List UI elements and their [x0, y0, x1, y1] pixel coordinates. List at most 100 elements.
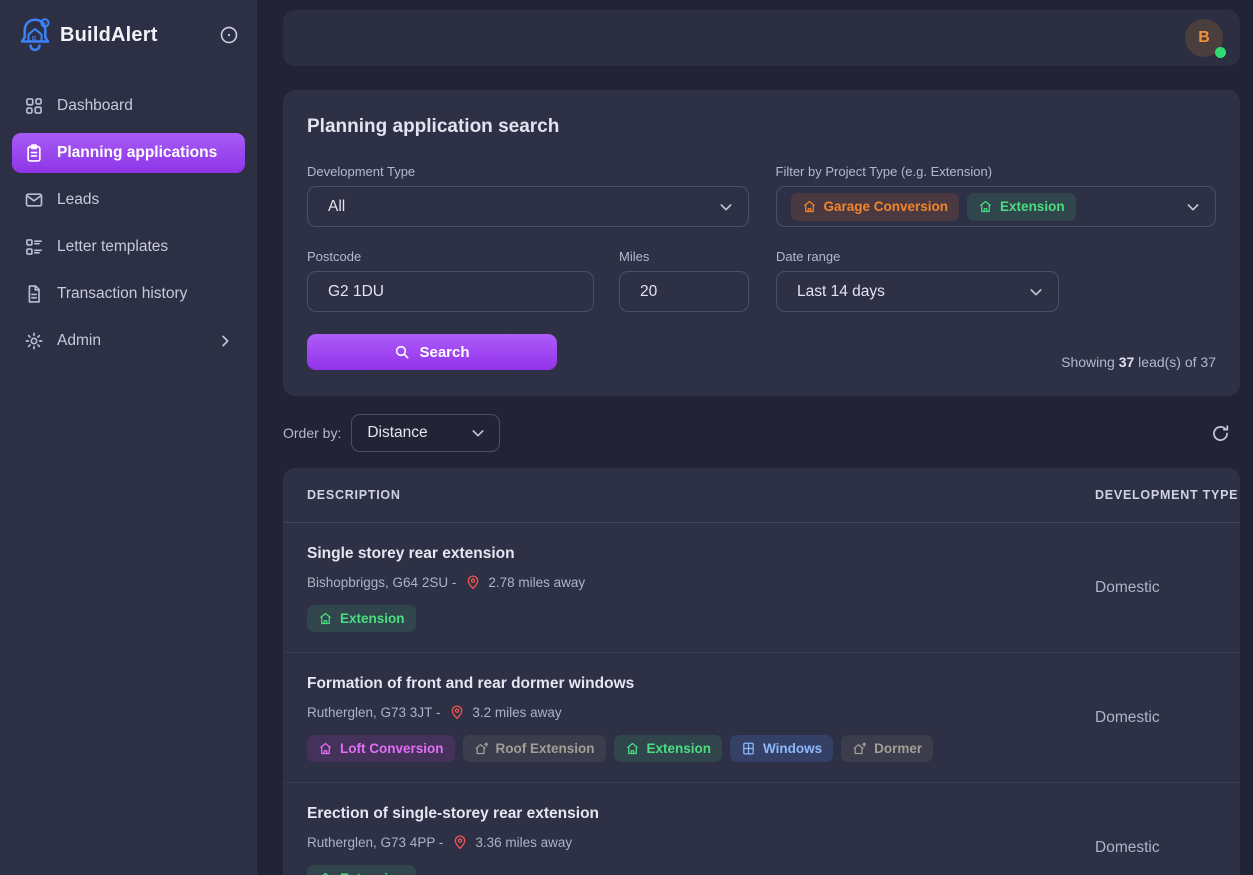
date-range-select[interactable]: Last 14 days: [776, 271, 1059, 312]
tag-label: Extension: [340, 611, 405, 626]
results-suffix: lead(s) of 37: [1134, 354, 1216, 370]
date-range-label: Date range: [776, 249, 1059, 264]
lead-development-type: Domestic: [1095, 709, 1240, 727]
sidebar-item-admin[interactable]: Admin: [12, 321, 245, 361]
lead-distance: 2.78 miles away: [488, 575, 585, 590]
table-header-row: Description Development Type: [283, 468, 1240, 523]
lead-distance: 3.36 miles away: [475, 835, 572, 850]
window-icon: [741, 741, 756, 756]
chevron-right-icon: [217, 333, 233, 349]
postcode-field-wrap: [307, 271, 594, 312]
search-button[interactable]: Search: [307, 334, 557, 370]
results-table: Description Development Type Single stor…: [283, 468, 1240, 875]
sidebar-item-label: Transaction history: [57, 285, 187, 303]
sidebar-item-leads[interactable]: Leads: [12, 180, 245, 220]
lead-distance: 3.2 miles away: [472, 705, 561, 720]
lead-location: Rutherglen, G73 3JT -: [307, 705, 440, 720]
postcode-input[interactable]: [328, 283, 579, 301]
search-icon: [394, 344, 410, 360]
tag-label: Windows: [763, 741, 822, 756]
sidebar-item-dashboard[interactable]: Dashboard: [12, 86, 245, 126]
chip-garage-conversion[interactable]: Garage Conversion: [791, 193, 960, 221]
chip-label: Extension: [1000, 199, 1065, 214]
miles-input[interactable]: [640, 283, 734, 301]
panel-title: Planning application search: [307, 116, 1216, 138]
sidebar-item-planning-applications[interactable]: Planning applications: [12, 133, 245, 173]
lead-title: Single storey rear extension: [307, 545, 1095, 563]
lead-location: Bishopbriggs, G64 2SU -: [307, 575, 456, 590]
column-header-description: Description: [283, 488, 1095, 502]
miles-field-wrap: [619, 271, 749, 312]
buildalert-logo-icon: [14, 14, 56, 56]
sidebar-item-label: Dashboard: [57, 97, 133, 115]
chevron-down-icon: [470, 425, 486, 441]
table-row[interactable]: Formation of front and rear dormer windo…: [283, 653, 1240, 783]
dashboard-grid-icon: [24, 96, 44, 116]
map-pin-icon: [465, 574, 481, 590]
house-icon: [625, 741, 640, 756]
sidebar-item-label: Leads: [57, 191, 99, 209]
refresh-icon[interactable]: [1210, 423, 1231, 444]
chip-label: Garage Conversion: [824, 199, 949, 214]
order-by-select[interactable]: Distance: [351, 414, 500, 452]
results-prefix: Showing: [1061, 354, 1115, 370]
tag-label: Extension: [340, 871, 405, 875]
avatar-initial: B: [1198, 29, 1210, 47]
tag-extension: Extension: [307, 865, 416, 875]
development-type-value: All: [328, 198, 345, 216]
sidebar-nav: Dashboard Planning applications Leads Le…: [0, 86, 257, 361]
sidebar-item-transaction-history[interactable]: Transaction history: [12, 274, 245, 314]
sidebar-item-label: Planning applications: [57, 144, 217, 162]
order-toolbar: Order by: Distance: [283, 414, 1240, 452]
lead-title: Formation of front and rear dormer windo…: [307, 675, 1095, 693]
development-type-select[interactable]: All: [307, 186, 749, 227]
letter-templates-icon: [24, 237, 44, 257]
table-row[interactable]: Single storey rear extension Bishopbrigg…: [283, 523, 1240, 653]
results-summary: Showing 37 lead(s) of 37: [1061, 354, 1216, 370]
chip-extension[interactable]: Extension: [967, 193, 1076, 221]
sidebar: BuildAlert Dashboard Planning applicatio…: [0, 0, 257, 875]
house-icon: [318, 871, 333, 875]
lead-tags: Extension: [307, 865, 1095, 875]
lead-tags: Loft Conversion Roof Extension Extension…: [307, 735, 1095, 762]
lead-tags: Extension: [307, 605, 1095, 632]
date-range-value: Last 14 days: [797, 283, 885, 301]
sidebar-item-letter-templates[interactable]: Letter templates: [12, 227, 245, 267]
gear-icon: [24, 331, 44, 351]
tag-label: Extension: [647, 741, 712, 756]
column-header-development-type: Development Type: [1095, 488, 1240, 502]
clipboard-icon: [24, 143, 44, 163]
tag-extension: Extension: [307, 605, 416, 632]
envelope-icon: [24, 190, 44, 210]
tag-dormer: Dormer: [841, 735, 933, 762]
sidebar-item-label: Admin: [57, 332, 101, 350]
order-by-value: Distance: [367, 424, 427, 442]
lead-location-line: Rutherglen, G73 4PP - 3.36 miles away: [307, 834, 1095, 850]
house-icon: [318, 611, 333, 626]
order-by-label: Order by:: [283, 425, 341, 441]
map-pin-icon: [452, 834, 468, 850]
tag-loft-conversion: Loft Conversion: [307, 735, 455, 762]
tag-label: Roof Extension: [496, 741, 595, 756]
results-count: 37: [1119, 354, 1135, 370]
tag-extension: Extension: [614, 735, 723, 762]
house-arrow-up-icon: [474, 741, 489, 756]
sidebar-collapse-icon[interactable]: [219, 25, 239, 45]
sidebar-item-label: Letter templates: [57, 238, 168, 256]
tag-label: Loft Conversion: [340, 741, 444, 756]
tag-label: Dormer: [874, 741, 922, 756]
user-avatar[interactable]: B: [1185, 19, 1223, 57]
tag-windows: Windows: [730, 735, 833, 762]
logo-row: BuildAlert: [0, 0, 257, 58]
search-button-label: Search: [419, 344, 469, 361]
lead-development-type: Domestic: [1095, 579, 1240, 597]
table-row[interactable]: Erection of single-storey rear extension…: [283, 783, 1240, 875]
lead-location-line: Bishopbriggs, G64 2SU - 2.78 miles away: [307, 574, 1095, 590]
project-type-multiselect[interactable]: Garage Conversion Extension: [776, 186, 1217, 227]
lead-location-line: Rutherglen, G73 3JT - 3.2 miles away: [307, 704, 1095, 720]
top-bar: B: [283, 10, 1240, 66]
house-arrow-up-icon: [852, 741, 867, 756]
house-icon: [802, 199, 817, 214]
chevron-down-icon: [718, 199, 734, 215]
lead-title: Erection of single-storey rear extension: [307, 805, 1095, 823]
